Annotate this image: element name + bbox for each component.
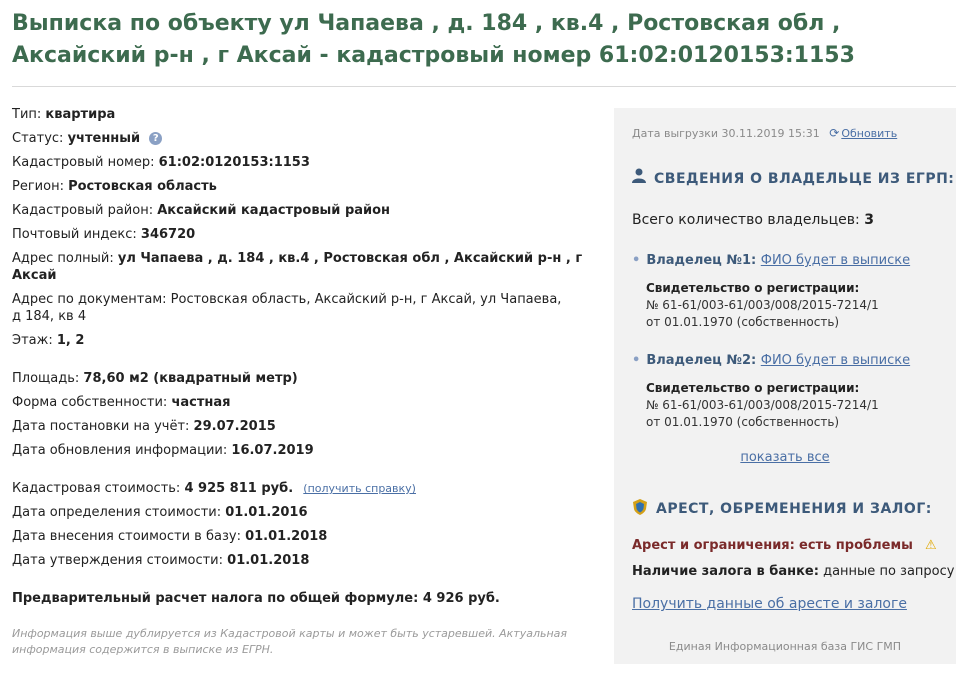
pledge-row: Наличие залога в банке: данные по запрос… <box>632 564 954 579</box>
cert-date: от 01.01.1970 (собственность) <box>646 315 840 329</box>
owner-item: • Владелец №2: ФИО будет в выписке Свидет… <box>632 352 942 431</box>
cost-approve-label: Дата утверждения стоимости: <box>12 553 224 568</box>
owners-count-label: Всего количество владельцев: <box>632 212 860 228</box>
owner-title: Владелец №1: <box>646 253 757 268</box>
get-certificate-link[interactable]: (получить справку) <box>303 482 416 495</box>
cost-def-row: Дата определения стоимости: 01.01.2016 <box>12 504 592 521</box>
area-row: Площадь: 78,60 м2 (квадратный метр) <box>12 370 592 387</box>
cost-def-label: Дата определения стоимости: <box>12 505 222 520</box>
region-value: Ростовская область <box>68 179 217 194</box>
owner-cert: Свидетельство о регистрации: № 61-61/003… <box>646 280 942 331</box>
cert-title: Свидетельство о регистрации: <box>646 381 860 395</box>
type-label: Тип: <box>12 107 42 122</box>
owner-cert: Свидетельство о регистрации: № 61-61/003… <box>646 380 942 431</box>
cadnum-value: 61:02:0120153:1153 <box>158 155 310 170</box>
user-icon <box>632 168 646 187</box>
status-value: учтенный <box>67 131 141 146</box>
ownership-value: частная <box>171 395 231 410</box>
export-date: Дата выгрузки 30.11.2019 15:31 <box>632 127 820 140</box>
tax-estimate: Предварительный расчет налога по общей ф… <box>12 591 500 606</box>
cadnum-row: Кадастровый номер: 61:02:0120153:1153 <box>12 154 592 171</box>
show-all-link[interactable]: показать все <box>614 450 956 465</box>
object-details: Тип: квартира Статус: учтенный ? Кадастр… <box>12 106 592 607</box>
registered-value: 29.07.2015 <box>193 419 276 434</box>
address-full-label: Адрес полный: <box>12 251 114 266</box>
district-value: Аксайский кадастровый район <box>157 203 391 218</box>
floor-row: Этаж: 1, 2 <box>12 332 592 349</box>
owner-item: • Владелец №1: ФИО будет в выписке Свидет… <box>632 252 942 331</box>
district-label: Кадастровый район: <box>12 203 154 218</box>
disclaimer-note: Информация выше дублируется из Кадастров… <box>12 627 568 656</box>
refresh-icon: ⟳ <box>829 126 840 140</box>
pledge-value: данные по запросу <box>823 564 955 579</box>
pledge-label: Наличие залога в банке: <box>632 564 819 579</box>
owners-title: СВЕДЕНИЯ О ВЛАДЕЛЬЦЕ ИЗ ЕГРП: <box>654 171 955 187</box>
updated-label: Дата обновления информации: <box>12 443 228 458</box>
address-docs-row: Адрес по документам: Ростовская область,… <box>12 291 562 325</box>
status-label: Статус: <box>12 131 64 146</box>
get-arrest-data-link[interactable]: Получить данные об аресте и залоге <box>632 596 907 612</box>
owners-section-title: СВЕДЕНИЯ О ВЛАДЕЛЬЦЕ ИЗ ЕГРП: <box>632 168 954 187</box>
district-row: Кадастровый район: Аксайский кадастровый… <box>12 202 592 219</box>
region-row: Регион: Ростовская область <box>12 178 592 195</box>
panel-footer: Единая Информационная база ГИС ГМП <box>668 640 902 653</box>
cost-entry-label: Дата внесения стоимости в базу: <box>12 529 241 544</box>
cadnum-label: Кадастровый номер: <box>12 155 155 170</box>
cost-approve-value: 01.01.2018 <box>227 553 310 568</box>
cost-entry-value: 01.01.2018 <box>245 529 328 544</box>
cert-number: № 61-61/003-61/003/008/2015-7214/1 <box>646 398 879 412</box>
postcode-label: Почтовый индекс: <box>12 227 137 242</box>
export-info: Дата выгрузки 30.11.2019 15:31 ⟳ Обновить <box>632 126 897 140</box>
owners-count-value: 3 <box>864 212 874 228</box>
arrest-title: АРЕСТ, ОБРЕМЕНЕНИЯ И ЗАЛОГ: <box>656 501 932 517</box>
help-icon[interactable]: ? <box>149 132 163 145</box>
warning-icon: ⚠ <box>924 538 937 553</box>
cert-title: Свидетельство о регистрации: <box>646 281 860 295</box>
floor-value: 1, 2 <box>56 333 85 348</box>
cert-number: № 61-61/003-61/003/008/2015-7214/1 <box>646 298 879 312</box>
registered-label: Дата постановки на учёт: <box>12 419 190 434</box>
ownership-label: Форма собственности: <box>12 395 168 410</box>
refresh-button[interactable]: ⟳ Обновить <box>829 126 898 140</box>
cost-approve-row: Дата утверждения стоимости: 01.01.2018 <box>12 552 592 569</box>
bullet-icon: • <box>632 353 641 368</box>
area-value: 78,60 м2 (квадратный метр) <box>83 371 298 386</box>
status-row: Статус: учтенный ? <box>12 130 592 147</box>
ownership-row: Форма собственности: частная <box>12 394 592 411</box>
postcode-row: Почтовый индекс: 346720 <box>12 226 592 243</box>
page-title: Выписка по объекту ул Чапаева , д. 184 ,… <box>12 11 855 68</box>
arrest-section-title: АРЕСТ, ОБРЕМЕНЕНИЯ И ЗАЛОГ: <box>632 498 932 517</box>
owner-name-link[interactable]: ФИО будет в выписке <box>761 353 910 368</box>
address-full-row: Адрес полный: ул Чапаева , д. 184 , кв.4… <box>12 250 592 284</box>
owner-head: • Владелец №1: ФИО будет в выписке <box>632 252 942 270</box>
cost-label: Кадастровая стоимость: <box>12 481 181 496</box>
bullet-icon: • <box>632 253 641 268</box>
arrest-label: Арест и ограничения: <box>632 538 795 553</box>
postcode-value: 346720 <box>140 227 196 242</box>
type-value: квартира <box>45 107 116 122</box>
refresh-label: Обновить <box>841 127 898 140</box>
owners-count-row: Всего количество владельцев: 3 <box>632 212 874 228</box>
owner-name-link[interactable]: ФИО будет в выписке <box>761 253 910 268</box>
title-divider <box>12 86 956 87</box>
cost-def-value: 01.01.2016 <box>225 505 308 520</box>
owner-head: • Владелец №2: ФИО будет в выписке <box>632 352 942 370</box>
registered-row: Дата постановки на учёт: 29.07.2015 <box>12 418 592 435</box>
cost-value: 4 925 811 руб. <box>184 481 294 496</box>
cert-date: от 01.01.1970 (собственность) <box>646 415 840 429</box>
region-label: Регион: <box>12 179 64 194</box>
area-label: Площадь: <box>12 371 80 386</box>
cost-row: Кадастровая стоимость: 4 925 811 руб. (п… <box>12 480 592 497</box>
arrest-row: Арест и ограничения: есть проблемы ⚠ <box>632 538 937 553</box>
updated-row: Дата обновления информации: 16.07.2019 <box>12 442 592 459</box>
owner-panel: Дата выгрузки 30.11.2019 15:31 ⟳ Обновить… <box>614 108 956 664</box>
emblem-icon <box>632 498 648 516</box>
owner-title: Владелец №2: <box>646 353 757 368</box>
type-row: Тип: квартира <box>12 106 592 123</box>
updated-value: 16.07.2019 <box>231 443 314 458</box>
floor-label: Этаж: <box>12 333 53 348</box>
address-docs-label: Адрес по документам: <box>12 292 167 307</box>
cost-entry-row: Дата внесения стоимости в базу: 01.01.20… <box>12 528 592 545</box>
arrest-value: есть проблемы <box>799 538 913 553</box>
